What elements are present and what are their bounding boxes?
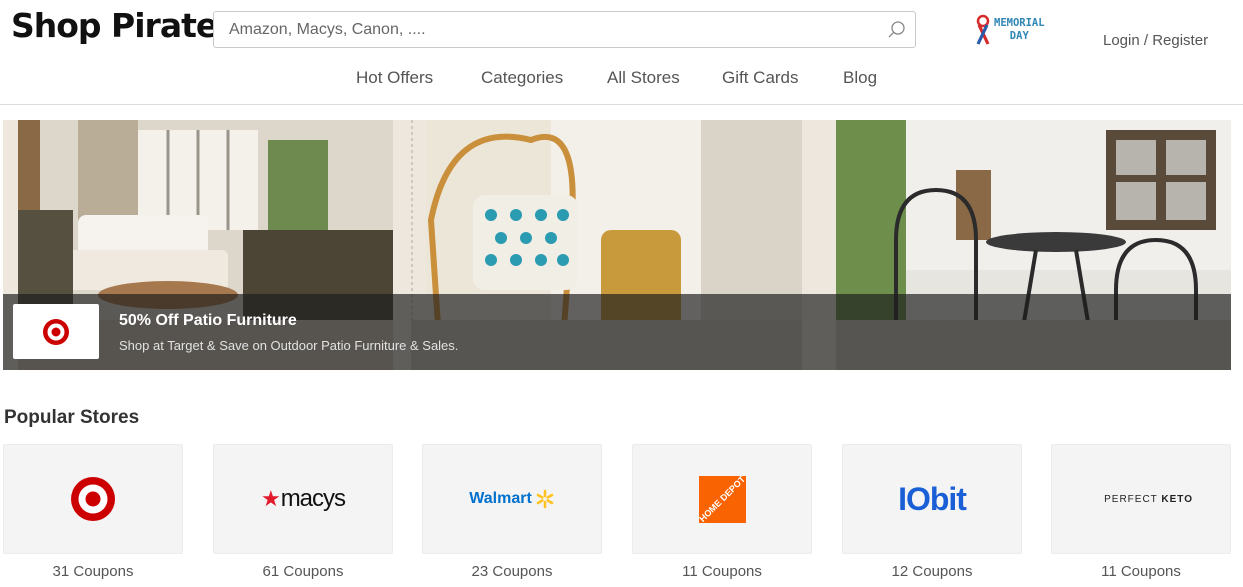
banner-title[interactable]: 50% Off Patio Furniture [119, 312, 297, 330]
store-coupon-count-perfect-keto[interactable]: 11 Coupons [1051, 563, 1231, 580]
walmart-spark-icon [536, 489, 554, 509]
hero-banner[interactable]: 50% Off Patio Furniture Shop at Target &… [3, 120, 1231, 370]
search-input[interactable] [214, 12, 879, 47]
store-card-walmart[interactable]: Walmart [422, 444, 602, 554]
memorial-day-badge[interactable]: MEMORIAL DAY [974, 14, 1045, 46]
ribbon-icon [976, 14, 990, 45]
macys-star-icon: ★ [260, 486, 281, 511]
memorial-line-1: MEMORIAL [994, 17, 1045, 29]
target-logo [71, 477, 115, 521]
home-depot-logo: HOME DEPOT [698, 475, 746, 523]
search-icon[interactable] [879, 12, 915, 47]
macys-logo: ★ macys [260, 485, 346, 513]
site-logo[interactable]: Shop Pirate [11, 6, 218, 45]
nav-categories[interactable]: Categories [481, 68, 563, 88]
store-coupon-count-walmart[interactable]: 23 Coupons [422, 563, 602, 580]
memorial-day-text: MEMORIAL DAY [994, 17, 1045, 43]
nav-gift-cards[interactable]: Gift Cards [722, 68, 799, 88]
nav-all-stores[interactable]: All Stores [607, 68, 680, 88]
nav-divider [0, 104, 1243, 105]
store-card-iobit[interactable]: IObit [842, 444, 1022, 554]
walmart-logo: Walmart [469, 489, 555, 509]
store-coupon-count-target[interactable]: 31 Coupons [3, 563, 183, 580]
walmart-wordmark: Walmart [469, 490, 532, 507]
iobit-logo: IObit [898, 480, 967, 517]
search-bar [213, 11, 916, 48]
perfect-keto-word-b: KETO [1161, 493, 1193, 505]
store-card-macys[interactable]: ★ macys [213, 444, 393, 554]
perfect-keto-word-a: PERFECT [1104, 493, 1162, 505]
target-logo[interactable] [13, 304, 99, 359]
main-nav: Hot Offers Categories All Stores Gift Ca… [0, 68, 1243, 90]
nav-hot-offers[interactable]: Hot Offers [356, 68, 433, 88]
store-coupon-count-home-depot[interactable]: 11 Coupons [632, 563, 812, 580]
banner-subtitle: Shop at Target & Save on Outdoor Patio F… [119, 338, 459, 353]
store-card-target[interactable] [3, 444, 183, 554]
perfect-keto-logo: PERFECT KETO [1089, 483, 1193, 516]
store-card-home-depot[interactable]: HOME DEPOT [632, 444, 812, 554]
store-coupon-count-macys[interactable]: 61 Coupons [213, 563, 393, 580]
nav-blog[interactable]: Blog [843, 68, 877, 88]
store-card-perfect-keto[interactable]: PERFECT KETO [1051, 444, 1231, 554]
store-coupon-count-iobit[interactable]: 12 Coupons [842, 563, 1022, 580]
memorial-line-2: DAY [1009, 30, 1029, 42]
banner-caption-overlay [3, 294, 1231, 370]
macys-wordmark: macys [280, 485, 346, 512]
login-register-link[interactable]: Login / Register [1103, 32, 1208, 49]
popular-stores-heading: Popular Stores [4, 407, 140, 428]
home-depot-wordmark: HOME DEPOT [698, 475, 746, 523]
